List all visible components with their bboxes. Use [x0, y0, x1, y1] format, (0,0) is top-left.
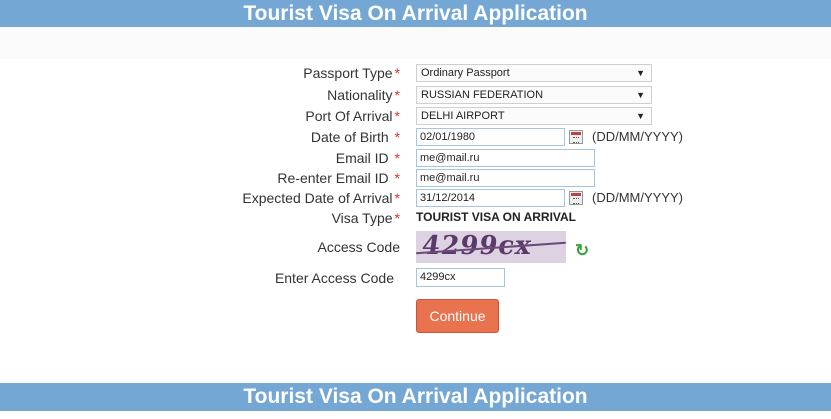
page-title: Tourist Visa On Arrival Application — [0, 0, 831, 27]
nationality-select[interactable]: RUSSIAN FEDERATION ▼ — [416, 86, 652, 104]
visa-application-form: Passport Type * Ordinary Passport ▼ Natio… — [0, 59, 831, 383]
chevron-down-icon: ▼ — [636, 68, 645, 78]
date-of-birth-input[interactable]: 02/01/1980 — [416, 128, 565, 146]
nationality-label: Nationality * — [327, 87, 400, 103]
email-field[interactable]: me@mail.ru — [416, 149, 595, 167]
port-of-arrival-value: DELHI AIRPORT — [421, 110, 505, 122]
chevron-down-icon: ▼ — [636, 90, 645, 100]
header-spacer — [0, 27, 831, 59]
chevron-down-icon: ▼ — [636, 111, 645, 121]
refresh-icon[interactable]: ↻ — [575, 242, 591, 259]
access-code-input[interactable]: 4299cx — [416, 268, 505, 287]
continue-button[interactable]: Continue — [416, 299, 499, 333]
passport-type-label: Passport Type * — [303, 65, 400, 81]
footer-title: Tourist Visa On Arrival Application — [0, 383, 831, 411]
port-of-arrival-label: Port Of Arrival * — [305, 108, 400, 124]
nationality-value: RUSSIAN FEDERATION — [421, 89, 544, 101]
email-label: Email ID * — [335, 150, 400, 166]
passport-type-value: Ordinary Passport — [421, 67, 510, 79]
port-of-arrival-select[interactable]: DELHI AIRPORT ▼ — [416, 107, 652, 125]
visa-type-label: Visa Type * — [331, 210, 400, 226]
date-of-birth-format-hint: (DD/MM/YYYY) — [592, 129, 683, 144]
enter-access-code-label: Enter Access Code — [274, 270, 394, 286]
calendar-icon[interactable] — [569, 130, 583, 144]
date-of-birth-label: Date of Birth * — [310, 129, 400, 145]
expected-arrival-input[interactable]: 31/12/2014 — [416, 189, 565, 207]
email-confirm-field[interactable]: me@mail.ru — [416, 169, 595, 187]
visa-type-value: TOURIST VISA ON ARRIVAL — [416, 210, 577, 224]
access-code-label: Access Code — [317, 239, 400, 255]
expected-arrival-format-hint: (DD/MM/YYYY) — [592, 190, 683, 205]
expected-arrival-label: Expected Date of Arrival * — [242, 190, 400, 206]
email-confirm-label: Re-enter Email ID * — [277, 170, 400, 186]
captcha-image: 4299cx — [416, 231, 566, 263]
calendar-icon[interactable] — [569, 191, 583, 205]
passport-type-select[interactable]: Ordinary Passport ▼ — [416, 64, 652, 82]
footer-spacer — [0, 411, 831, 419]
